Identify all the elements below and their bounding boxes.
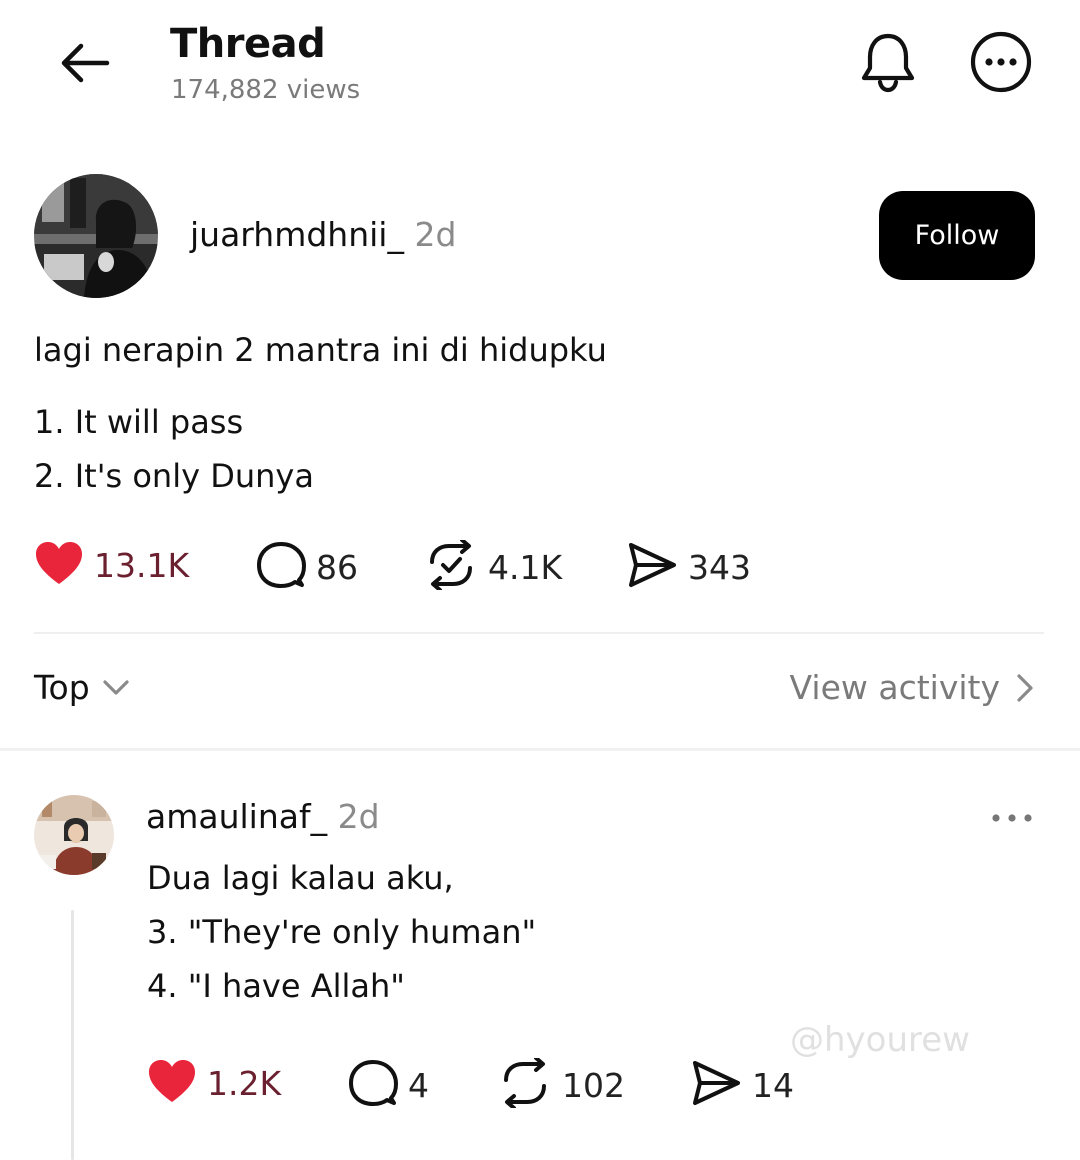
author-username[interactable]: juarhmdhnii_ (190, 215, 404, 254)
view-activity-label: View activity (789, 668, 1000, 707)
sort-label: Top (34, 668, 90, 707)
more-circle-icon (969, 30, 1033, 98)
page-title: Thread (170, 21, 326, 67)
arrow-left-icon (59, 42, 111, 88)
repost-button[interactable]: 4.1K (424, 538, 563, 594)
heart-filled-icon (34, 540, 84, 590)
heart-filled-icon (147, 1058, 197, 1108)
reply-like-count: 1.2K (207, 1063, 282, 1103)
reply-text-line: 4. "I have Allah" (147, 967, 405, 1005)
reply-share-button[interactable]: 14 (690, 1058, 794, 1112)
more-horizontal-icon (990, 809, 1034, 828)
reply-share-count: 14 (752, 1065, 794, 1105)
post-text-line: lagi nerapin 2 mantra ini di hidupku (34, 331, 607, 369)
author-avatar[interactable] (34, 174, 158, 298)
reply-more-button[interactable] (984, 800, 1040, 836)
reply-time: 2d (337, 797, 380, 836)
like-count: 13.1K (94, 545, 190, 585)
chevron-down-icon (102, 679, 130, 697)
post-text-line: 1. It will pass (34, 403, 244, 441)
section-divider (0, 748, 1080, 751)
divider (34, 632, 1044, 634)
comment-icon (348, 1058, 398, 1112)
send-icon (690, 1058, 742, 1112)
repost-icon (498, 1056, 552, 1112)
reply-button[interactable]: 86 (256, 540, 358, 594)
back-button[interactable] (50, 34, 120, 96)
reply-username[interactable]: amaulinaf_ (146, 797, 327, 836)
reply-count: 86 (316, 547, 358, 587)
bell-icon (859, 30, 917, 98)
view-activity-link[interactable]: View activity (790, 668, 1034, 707)
reply-repost-button[interactable]: 102 (498, 1056, 625, 1112)
send-icon (626, 540, 678, 594)
reply-text-line: 3. "They're only human" (147, 913, 537, 951)
follow-button[interactable]: Follow (879, 191, 1035, 280)
share-button[interactable]: 343 (626, 540, 751, 594)
watermark: @hyourew (790, 1020, 970, 1060)
reply-reply-count: 4 (408, 1065, 429, 1105)
reply-repost-count: 102 (562, 1065, 625, 1105)
reply-text-line: Dua lagi kalau aku, (147, 859, 454, 897)
thread-connector-line (71, 910, 74, 1160)
sort-dropdown[interactable]: Top (34, 668, 130, 707)
share-count: 343 (688, 547, 751, 587)
comment-icon (256, 540, 306, 594)
like-button[interactable]: 13.1K (34, 540, 189, 590)
reply-like-button[interactable]: 1.2K (147, 1058, 281, 1108)
notifications-button[interactable] (852, 28, 924, 100)
view-count: 174,882 views (171, 75, 361, 105)
author-line: juarhmdhnii_ 2d (190, 212, 456, 258)
repost-count: 4.1K (488, 547, 563, 587)
chevron-right-icon (1016, 673, 1034, 703)
reply-author-avatar[interactable] (34, 795, 114, 875)
post-text-line: 2. It's only Dunya (34, 457, 314, 495)
reply-author-line: amaulinaf_ 2d (146, 794, 380, 840)
post-time: 2d (414, 215, 457, 254)
reply-reply-button[interactable]: 4 (348, 1058, 429, 1112)
repost-check-icon (424, 538, 478, 594)
thread-options-button[interactable] (965, 28, 1037, 100)
